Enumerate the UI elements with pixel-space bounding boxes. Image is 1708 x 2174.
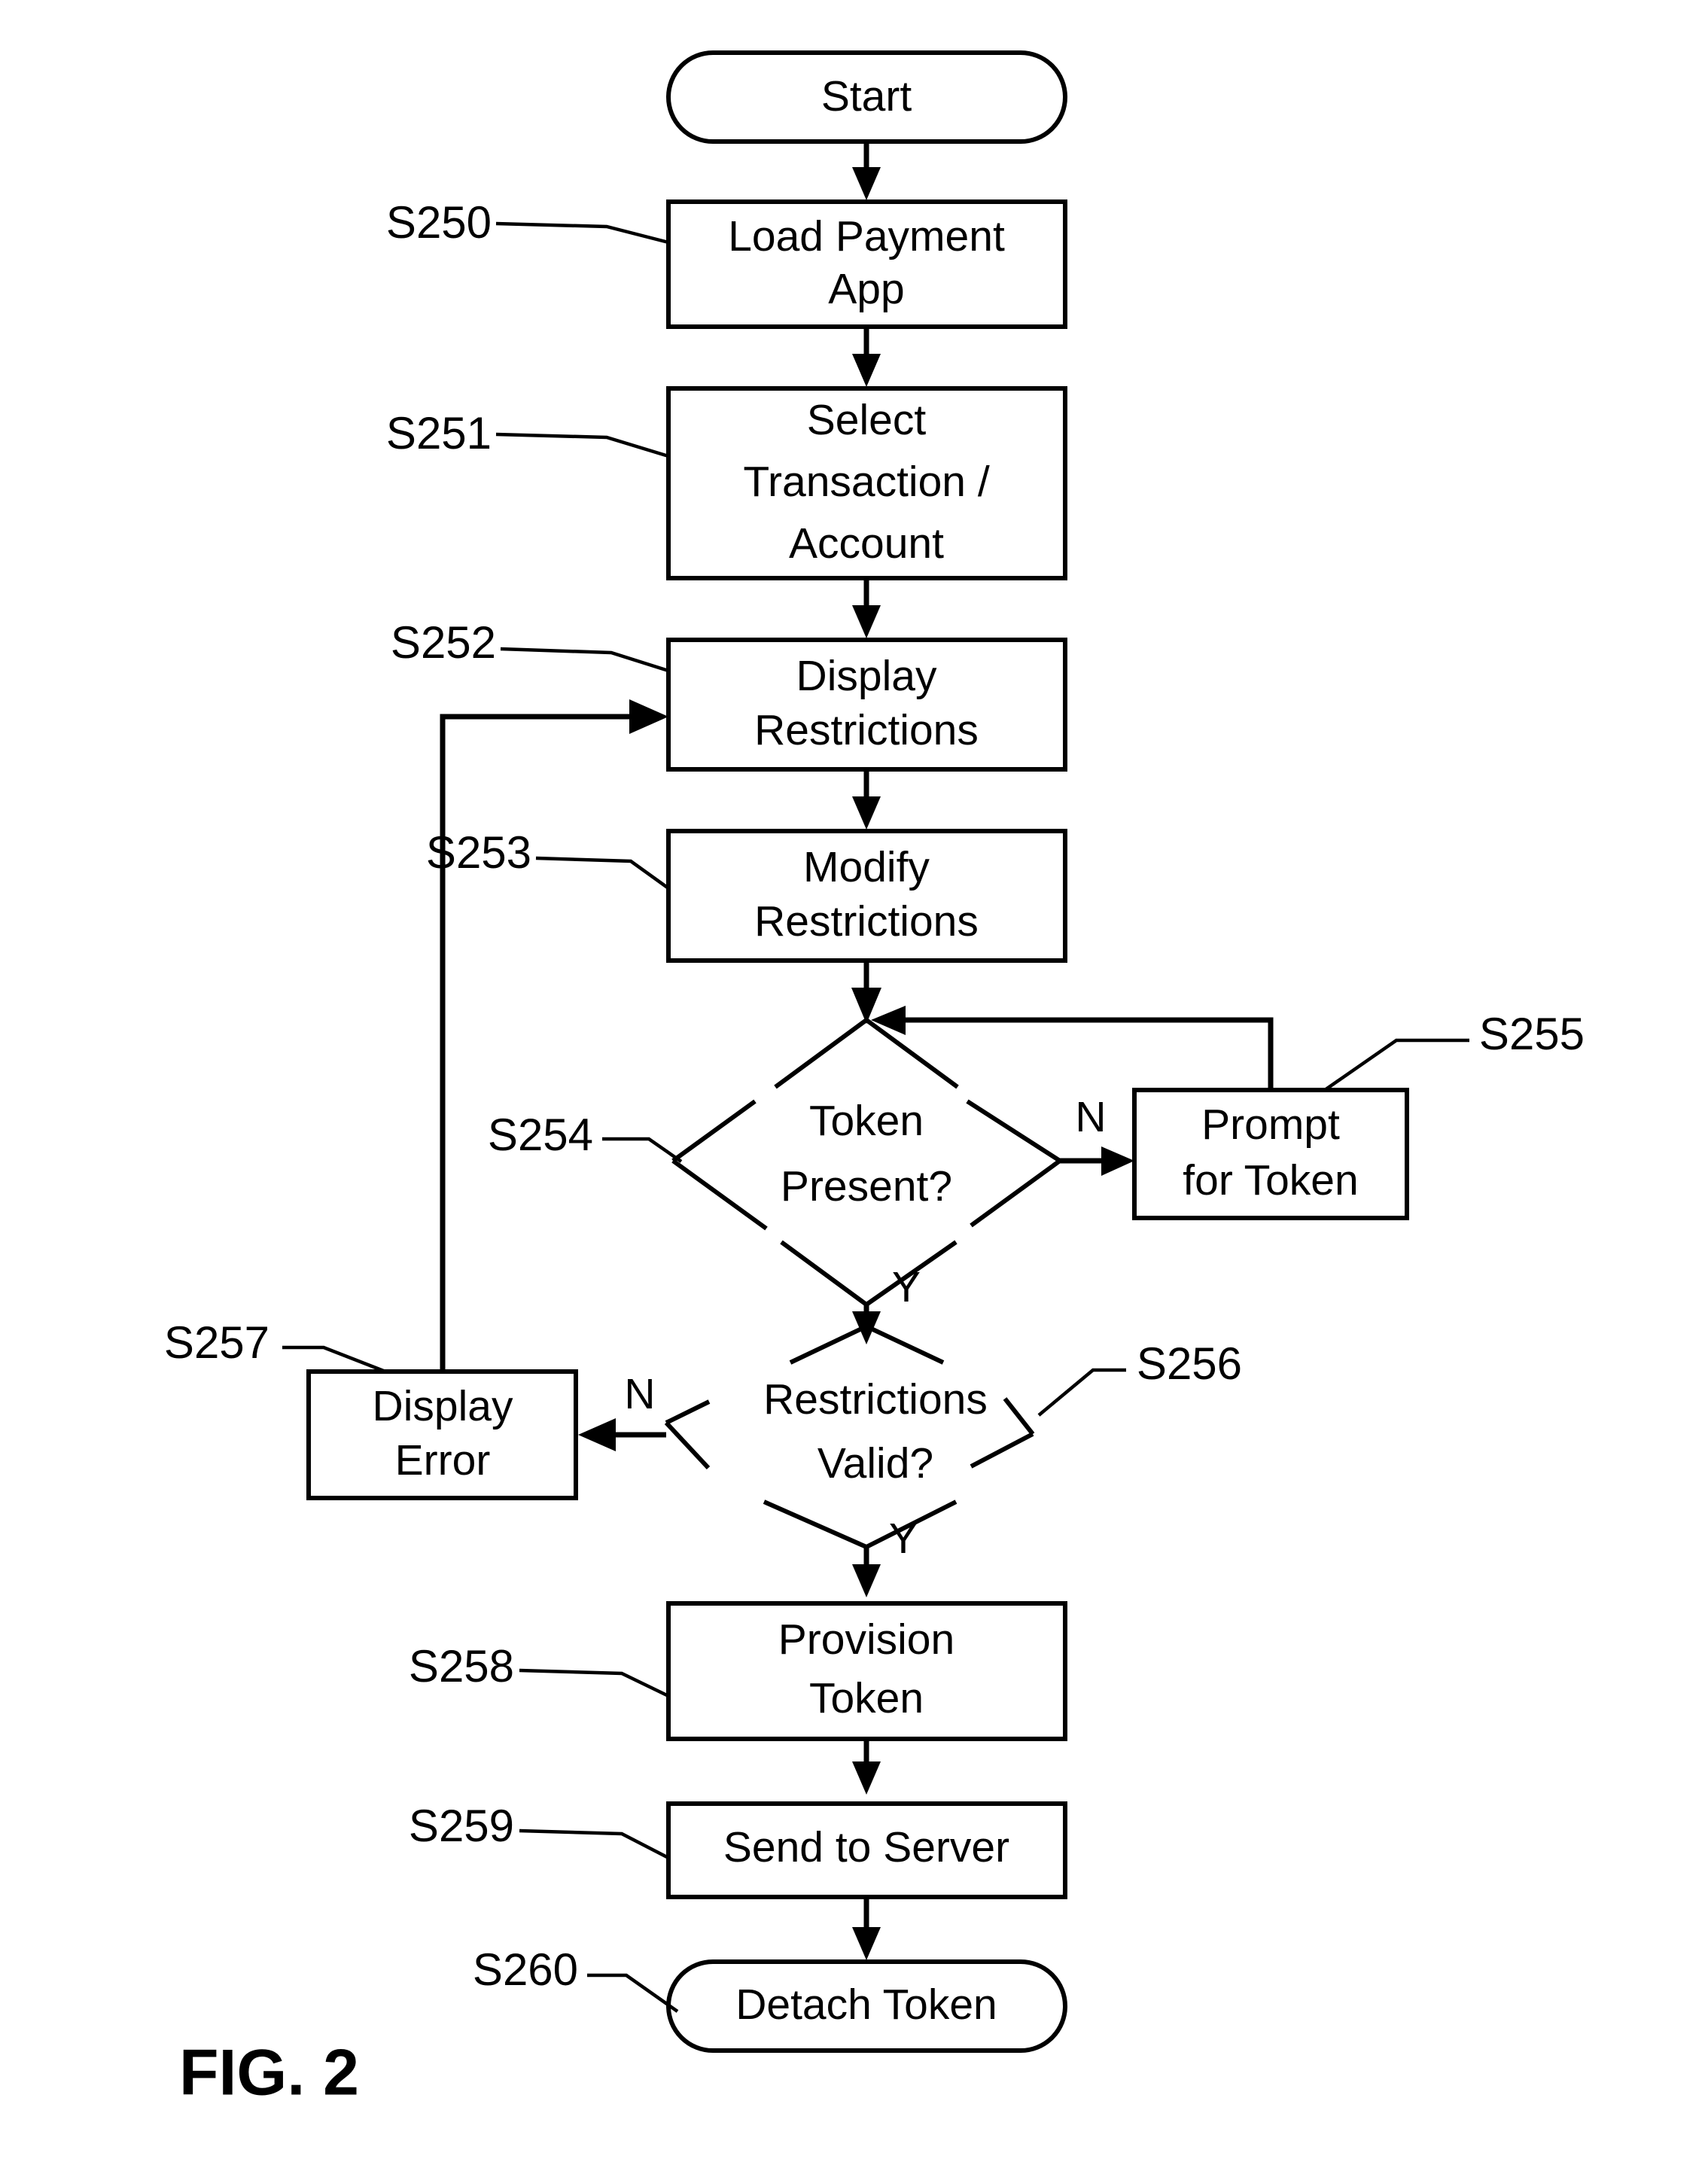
restrictions-valid-label-line1: Restrictions	[763, 1375, 988, 1423]
flowchart-diagram: Start Load Payment App S250 Select Trans…	[0, 0, 1708, 2174]
ref-label-s251: S251	[386, 408, 492, 458]
ref-label-s257: S257	[164, 1317, 269, 1368]
figure-canvas: Start Load Payment App S250 Select Trans…	[0, 0, 1708, 2174]
modify-restrictions-label-line1: Modify	[803, 843, 930, 891]
branch-label-restrictions-valid-yes: Y	[889, 1515, 918, 1563]
load-payment-app-label-line1: Load Payment	[728, 212, 1005, 260]
display-restrictions-label-line2: Restrictions	[754, 706, 979, 754]
select-transaction-label-line2: Transaction /	[743, 458, 990, 506]
prompt-for-token-label-line1: Prompt	[1201, 1101, 1340, 1149]
branch-label-token-present-yes: Y	[892, 1263, 921, 1311]
ref-label-s252: S252	[391, 617, 496, 668]
token-present-label-line1: Token	[809, 1097, 924, 1145]
prompt-for-token-label-line2: for Token	[1183, 1156, 1358, 1204]
restrictions-valid-label-line2: Valid?	[817, 1439, 933, 1487]
ref-label-s258: S258	[409, 1641, 514, 1691]
display-error-label-line1: Display	[373, 1382, 513, 1430]
branch-label-restrictions-valid-no: N	[624, 1370, 655, 1418]
start-label: Start	[821, 72, 912, 120]
ref-label-s260: S260	[473, 1944, 578, 1995]
select-transaction-label-line1: Select	[807, 396, 927, 444]
ref-label-s259: S259	[409, 1801, 514, 1851]
ref-label-s255: S255	[1479, 1009, 1585, 1059]
display-error-label-line2: Error	[395, 1436, 491, 1484]
load-payment-app-label-line2: App	[828, 265, 904, 313]
send-to-server-label: Send to Server	[723, 1823, 1009, 1871]
modify-restrictions-label-line2: Restrictions	[754, 897, 979, 945]
branch-label-token-present-no: N	[1075, 1093, 1106, 1141]
token-present-label-line2: Present?	[781, 1162, 952, 1210]
detach-token-label: Detach Token	[735, 1981, 997, 2029]
provision-token-label-line1: Provision	[778, 1615, 954, 1664]
select-transaction-label-line3: Account	[789, 519, 944, 568]
ref-label-s256: S256	[1137, 1338, 1242, 1389]
provision-token-label-line2: Token	[809, 1674, 924, 1722]
display-restrictions-label-line1: Display	[796, 652, 937, 700]
ref-label-s250: S250	[386, 197, 492, 248]
figure-caption: FIG. 2	[179, 2037, 359, 2109]
ref-label-s254: S254	[488, 1110, 593, 1160]
